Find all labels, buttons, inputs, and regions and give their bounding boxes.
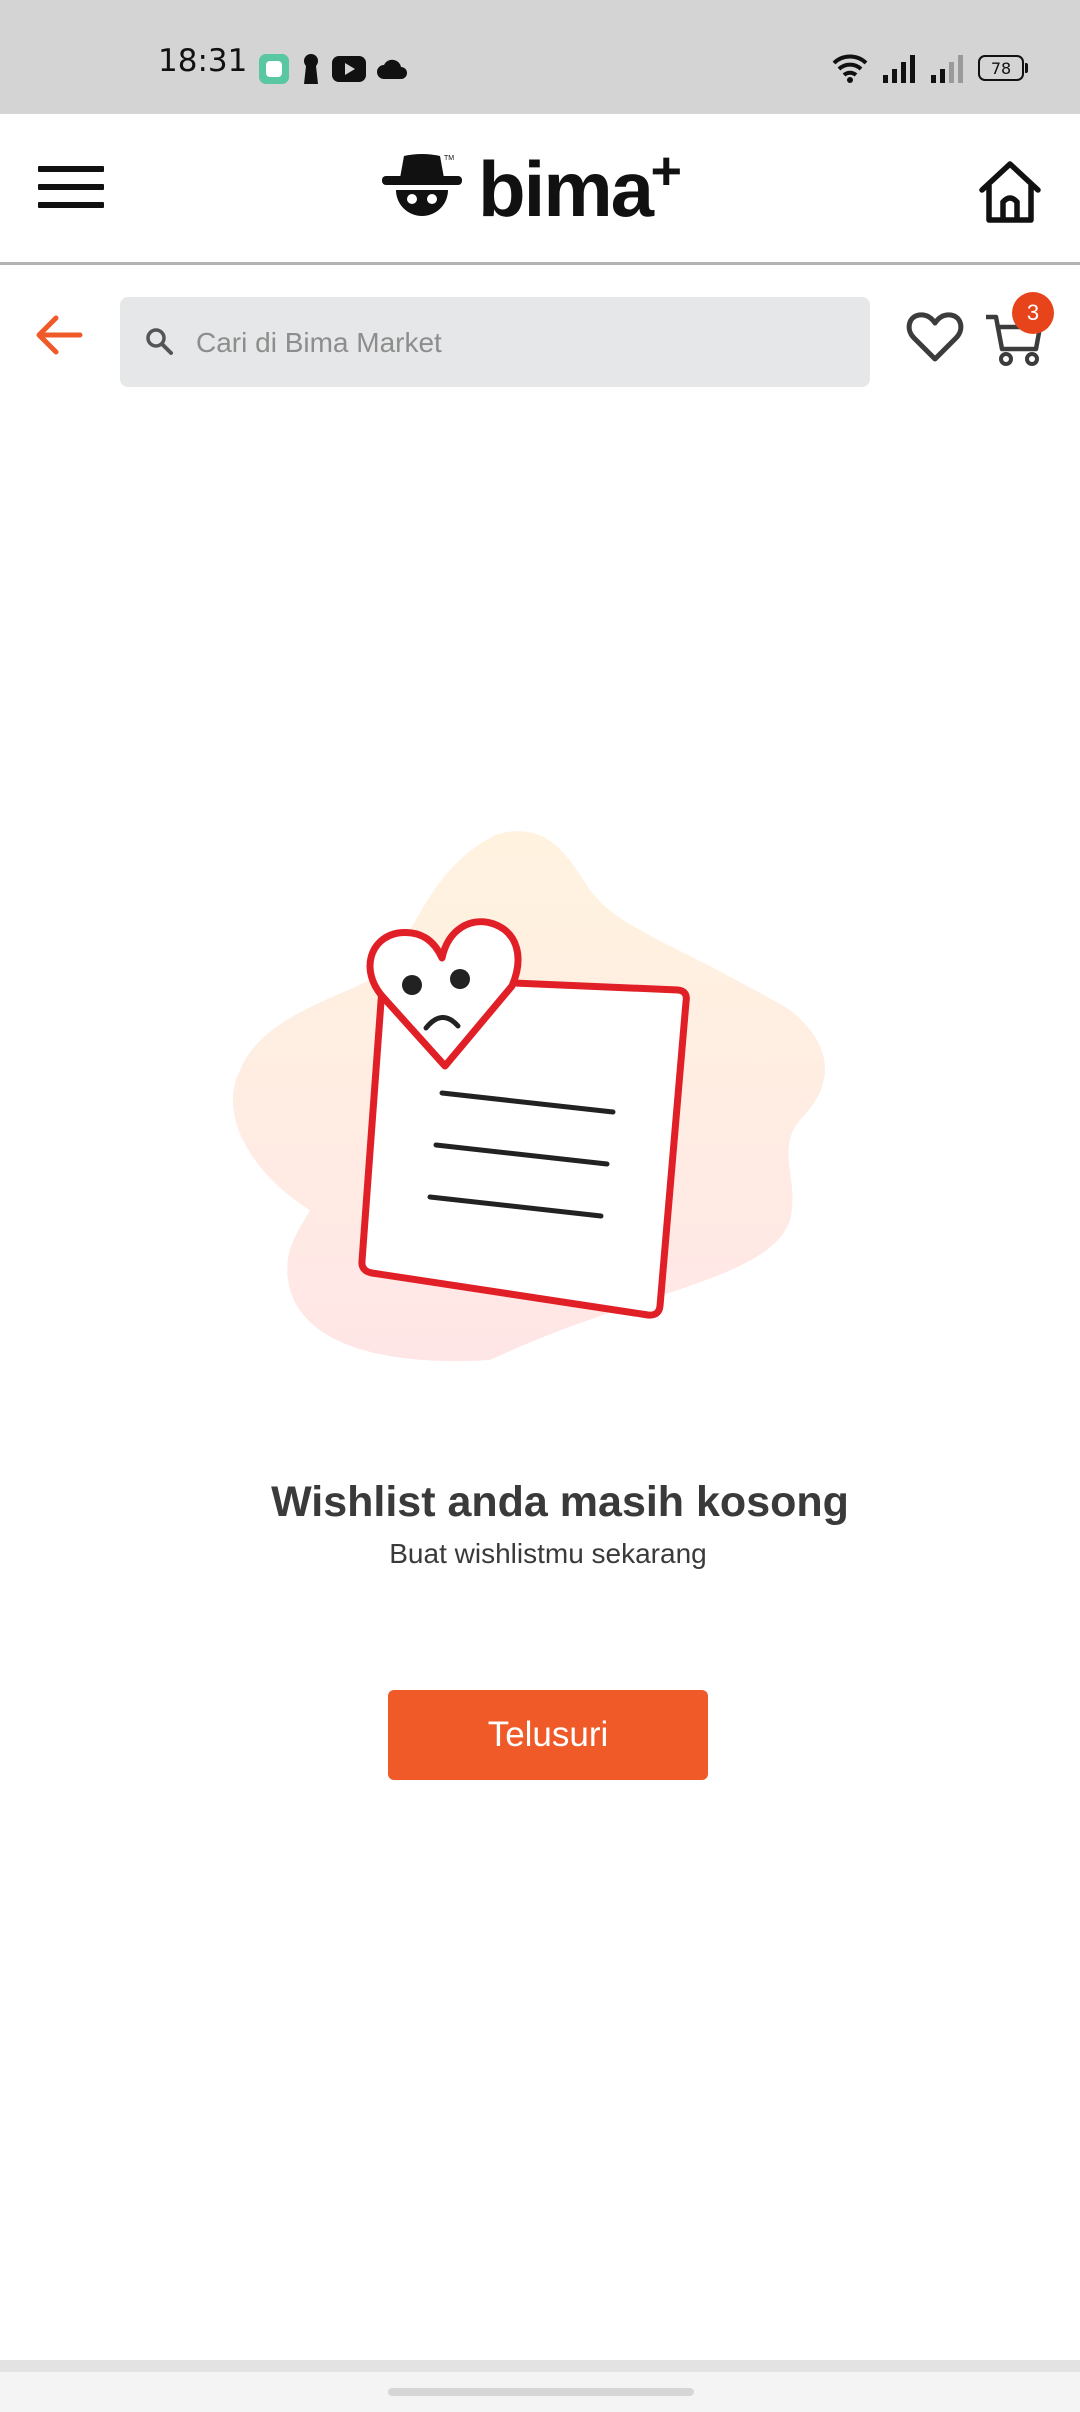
arrow-left-icon[interactable] (34, 313, 84, 357)
empty-wishlist-illustration (232, 831, 825, 1362)
empty-state-title: Wishlist anda masih kosong (271, 1478, 849, 1526)
signal-icon (883, 55, 915, 83)
browse-button[interactable]: Telusuri (388, 1690, 708, 1780)
battery-level: 78 (990, 58, 1012, 78)
status-time: 18:31 (158, 43, 248, 79)
search-input[interactable]: Cari di Bima Market (120, 297, 870, 387)
bima-logo[interactable]: TM bima + (380, 141, 682, 233)
svg-text:TM: TM (444, 155, 454, 162)
keyhole-icon (304, 54, 318, 84)
logo-wordmark: bima + (478, 141, 682, 233)
status-system-icons: 78 (832, 50, 1028, 86)
signal-weak-icon (931, 55, 963, 83)
youtube-icon (332, 56, 366, 82)
search-placeholder: Cari di Bima Market (196, 327, 442, 358)
logo-plus: + (650, 141, 683, 201)
home-icon[interactable] (976, 158, 1044, 226)
cart-count-badge: 3 (1012, 292, 1054, 334)
battery-icon: 78 (978, 55, 1028, 81)
heart-right-eye (450, 969, 470, 989)
wifi-icon (832, 54, 868, 83)
status-bar: 18:31 78 (0, 0, 1080, 114)
system-nav-bar (0, 2360, 1080, 2412)
empty-state-subtitle: Buat wishlistmu sekarang (389, 1538, 707, 1569)
cloud-icon (377, 59, 407, 79)
heart-outline-icon[interactable] (906, 309, 964, 365)
app-header: TM bima + (0, 114, 1080, 265)
status-notification-icons (258, 52, 408, 86)
heart-left-eye (402, 975, 422, 995)
spy-hat-logo-icon: TM (382, 154, 462, 216)
search-row: Cari di Bima Market (0, 265, 1080, 415)
hamburger-menu-icon[interactable] (38, 166, 104, 214)
chat-app-icon (259, 54, 289, 84)
search-icon (146, 328, 173, 355)
gesture-handle[interactable] (388, 2388, 694, 2396)
